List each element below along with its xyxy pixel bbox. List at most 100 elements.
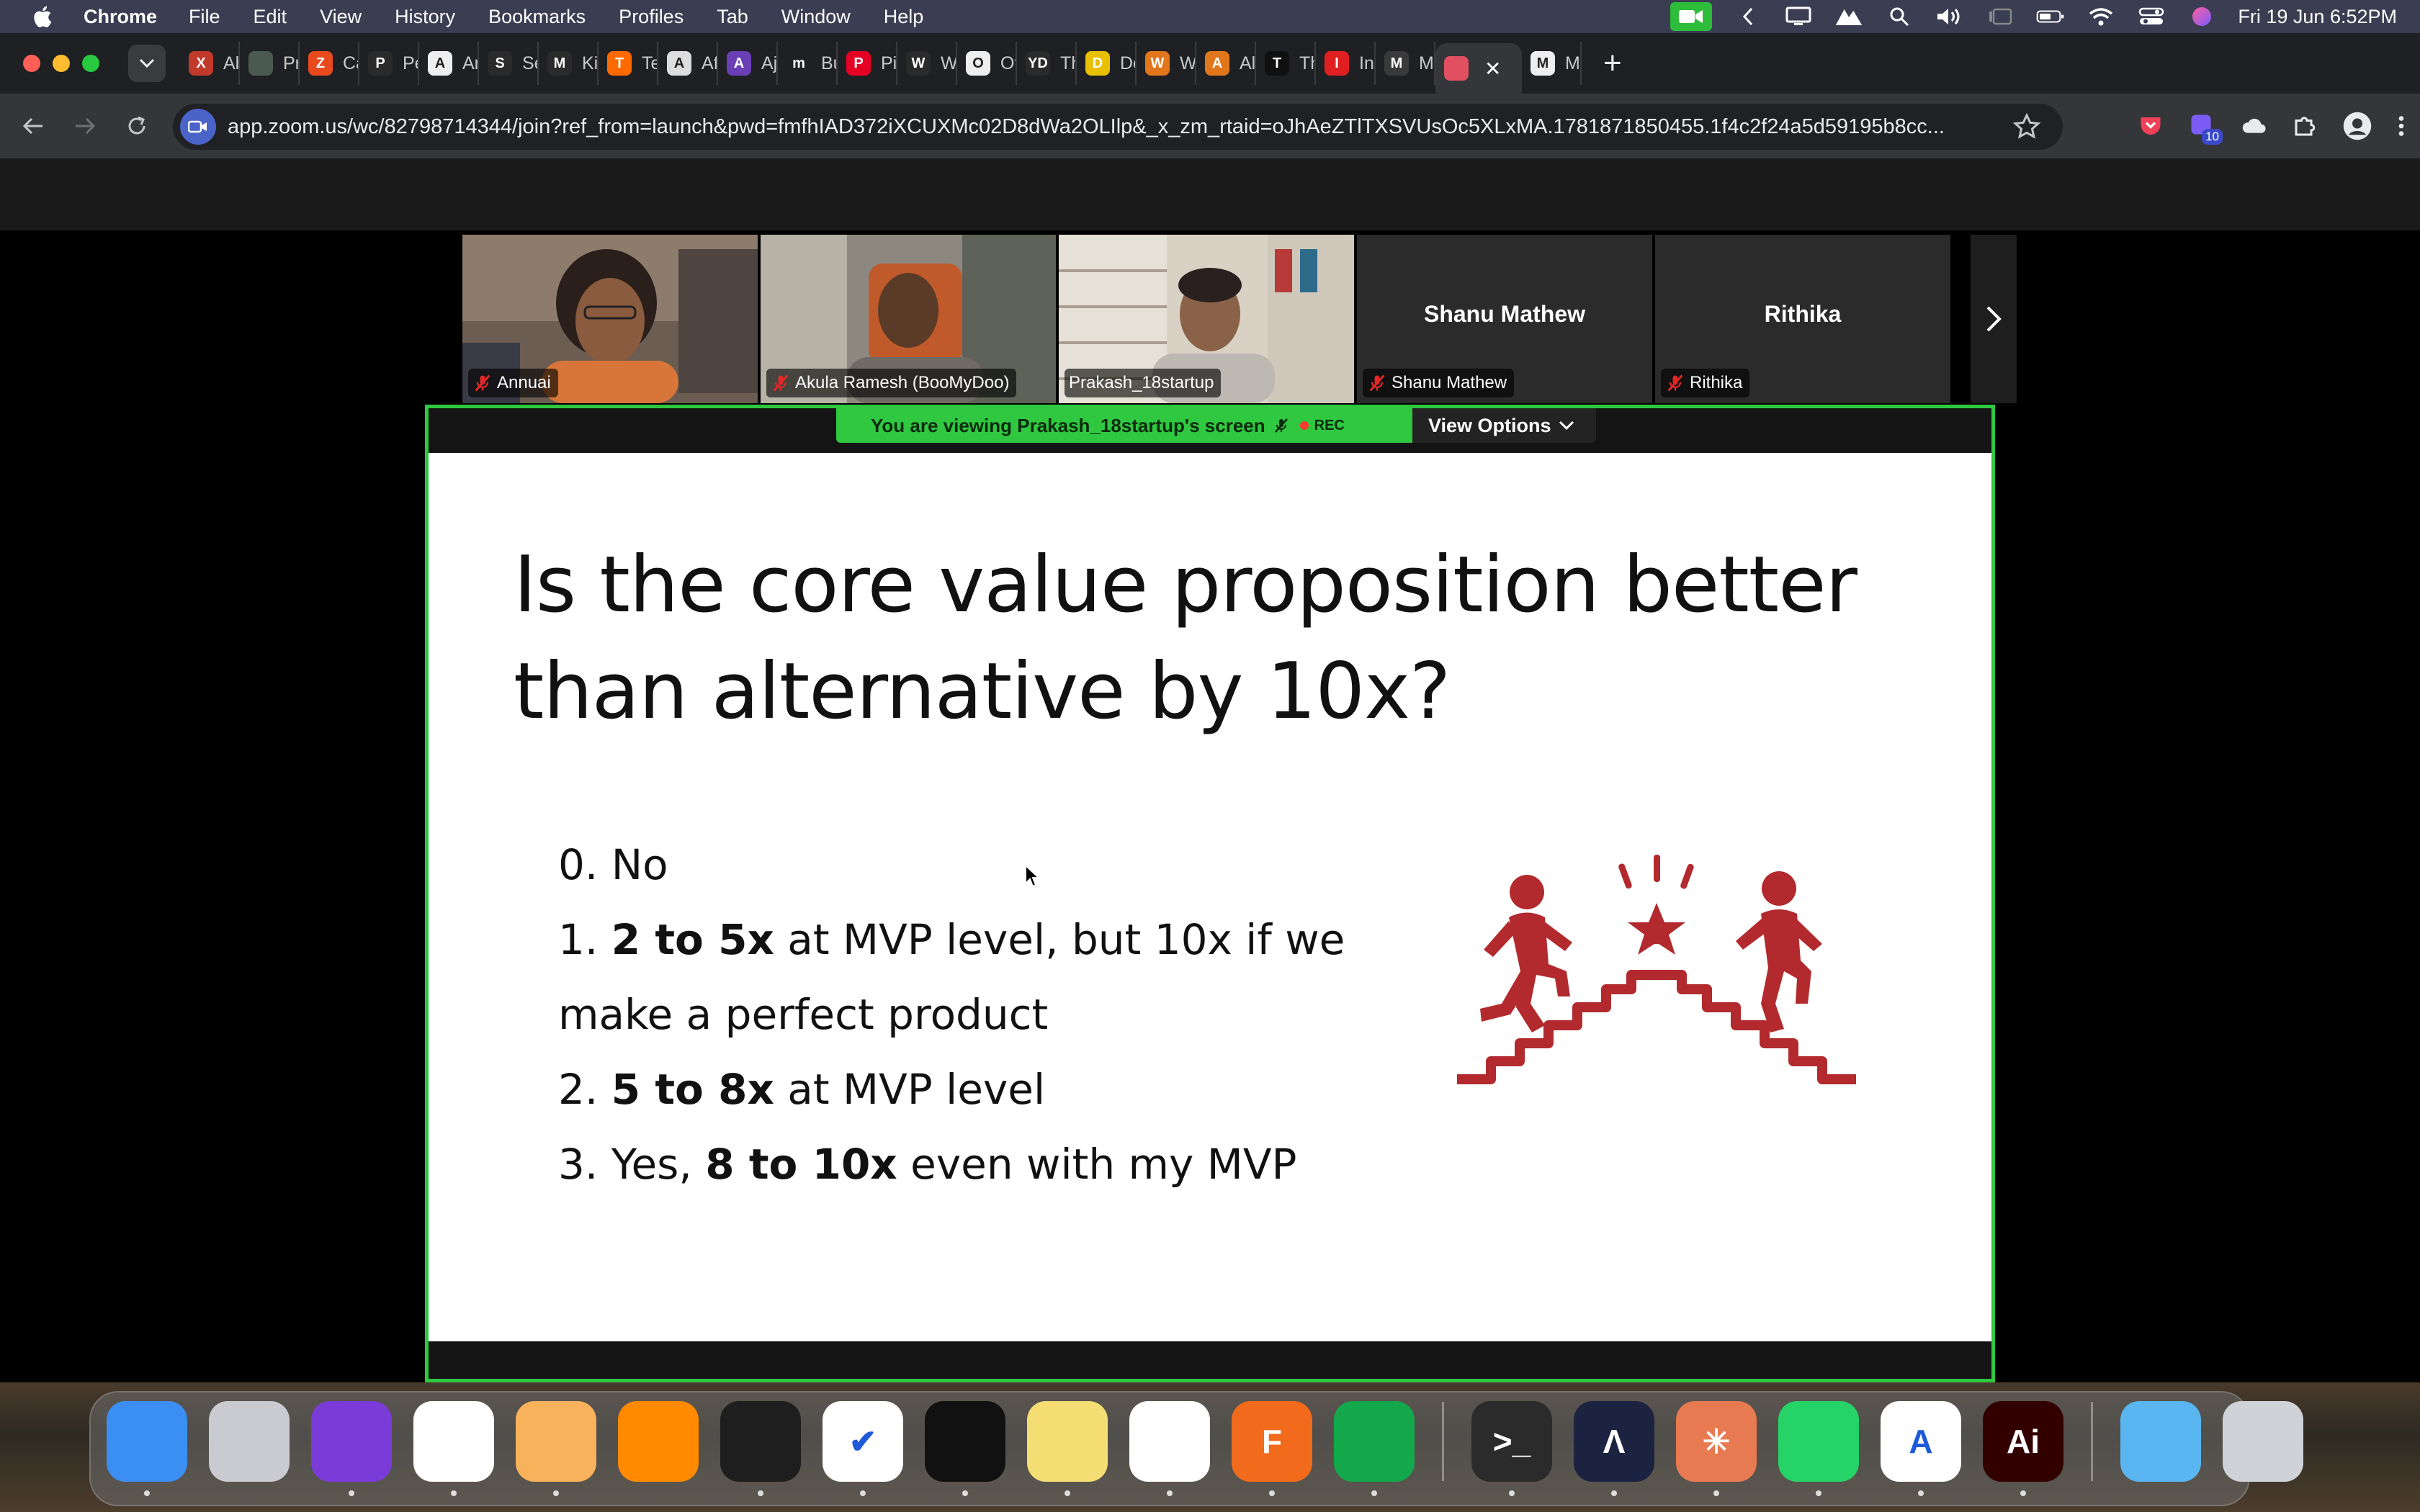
- mountain-app-icon[interactable]: [1834, 6, 1863, 27]
- menu-edit[interactable]: Edit: [254, 6, 287, 28]
- profile-avatar-icon[interactable]: [2342, 111, 2372, 141]
- dock-trash-icon[interactable]: [2223, 1401, 2303, 1482]
- browser-tab[interactable]: Z Cal: [300, 42, 359, 85]
- browser-tab[interactable]: A Arc: [419, 42, 479, 85]
- close-window-button[interactable]: [23, 55, 40, 72]
- display-icon[interactable]: [1784, 6, 1813, 27]
- reload-button[interactable]: [118, 107, 156, 145]
- wifi-icon[interactable]: [2087, 6, 2115, 27]
- pocket-extension-icon[interactable]: [2138, 113, 2164, 139]
- dock-notion-like-icon[interactable]: [925, 1401, 1005, 1496]
- stage-manager-icon[interactable]: [1986, 6, 2015, 27]
- dock-folder-icon[interactable]: [2120, 1401, 2201, 1482]
- extensions-puzzle-icon[interactable]: [2292, 113, 2318, 139]
- dock-tasks-icon[interactable]: ✔: [823, 1401, 903, 1496]
- menu-help[interactable]: Help: [884, 6, 924, 28]
- tab-title: Per: [403, 53, 418, 73]
- browser-tab[interactable]: S Se: [479, 42, 539, 85]
- cloud-extension-icon[interactable]: [2241, 115, 2267, 137]
- browser-tab[interactable]: I In C: [1316, 42, 1376, 85]
- dock-claude-icon[interactable]: ✳: [1676, 1401, 1757, 1496]
- dock-books-icon[interactable]: [618, 1401, 699, 1482]
- browser-tab[interactable]: T The: [1256, 42, 1316, 85]
- dock-vscode-icon[interactable]: [1129, 1401, 1210, 1496]
- browser-tab[interactable]: m Buy: [778, 42, 838, 85]
- dock-launchpad-icon[interactable]: [209, 1401, 290, 1482]
- participant-tile-rithika[interactable]: Rithika Rithika: [1655, 235, 1950, 403]
- participant-tile-akula-ramesh[interactable]: Akula Ramesh (BooMyDoo): [761, 235, 1056, 403]
- dock-numbers-icon[interactable]: [1334, 1401, 1415, 1496]
- dock-vectornator-icon[interactable]: Λ: [1574, 1401, 1654, 1496]
- browser-tab[interactable]: T Ter: [599, 42, 658, 85]
- browser-tab[interactable]: A Aff: [658, 42, 718, 85]
- new-tab-button[interactable]: +: [1603, 45, 1622, 81]
- browser-tab[interactable]: X Ab: [180, 42, 240, 85]
- browser-tab[interactable]: Pro: [240, 42, 300, 85]
- browser-tab[interactable]: M Kid: [539, 42, 599, 85]
- browser-tab-active[interactable]: ✕: [1435, 43, 1522, 94]
- mic-muted-icon: [1667, 374, 1683, 392]
- menu-history[interactable]: History: [395, 6, 455, 28]
- battery-icon[interactable]: [2036, 6, 2065, 27]
- participant-name-tag: Akula Ramesh (BooMyDoo): [766, 369, 1017, 397]
- browser-tab[interactable]: W Wo: [897, 42, 957, 85]
- browser-tab[interactable]: M My: [1522, 42, 1582, 85]
- dock-illustrator-icon[interactable]: Ai: [1983, 1401, 2063, 1496]
- participant-tile-prakash-active-speaker[interactable]: Prakash_18startup: [1059, 235, 1354, 403]
- running-indicator: [349, 1490, 354, 1496]
- spotlight-search-icon[interactable]: [1885, 6, 1914, 27]
- dock-whatsapp-icon[interactable]: [1778, 1401, 1859, 1496]
- menu-profiles[interactable]: Profiles: [619, 6, 684, 28]
- zoom-window-button[interactable]: [82, 55, 99, 72]
- zoom-video-status-icon[interactable]: [1670, 2, 1713, 31]
- dock-xcode-instruments-icon[interactable]: A: [1881, 1401, 1961, 1496]
- dock-fusion-icon[interactable]: F: [1232, 1401, 1312, 1496]
- next-participants-button[interactable]: [1971, 235, 2017, 403]
- url-text[interactable]: app.zoom.us/wc/82798714344/join?ref_from…: [228, 115, 1985, 139]
- dock-chrome-icon[interactable]: [413, 1401, 494, 1496]
- menu-tab[interactable]: Tab: [717, 6, 748, 28]
- view-options-button[interactable]: View Options: [1412, 408, 1596, 443]
- active-app-name[interactable]: Chrome: [84, 6, 157, 28]
- minimize-window-button[interactable]: [53, 55, 70, 72]
- browser-tab[interactable]: O Off: [957, 42, 1017, 85]
- dock-terminal-icon[interactable]: >_: [1471, 1401, 1552, 1496]
- running-indicator: [860, 1490, 866, 1496]
- participant-tile-annuai[interactable]: Annuai: [462, 235, 758, 403]
- dock-finder-icon[interactable]: [107, 1401, 187, 1496]
- browser-tab[interactable]: P Pin: [838, 42, 897, 85]
- menu-file[interactable]: File: [189, 6, 220, 28]
- control-center-icon[interactable]: [2137, 6, 2166, 27]
- menu-bar-clock[interactable]: Fri 19 Jun 6:52PM: [2238, 6, 2397, 28]
- browser-tab-strip: X Ab Pro Z Cal P Per A Arc S Se M Kid T Ter A Aff A Ajam Bu…: [0, 33, 2420, 94]
- volume-icon[interactable]: [1935, 6, 1964, 27]
- apple-menu-icon[interactable]: [26, 4, 58, 29]
- dock-stickies-icon[interactable]: [1027, 1401, 1108, 1496]
- menu-view[interactable]: View: [320, 6, 362, 28]
- dock-arc-or-weather-icon[interactable]: [516, 1401, 596, 1496]
- browser-tab[interactable]: W Wo: [1137, 42, 1196, 85]
- dock-figma-icon[interactable]: [720, 1401, 801, 1496]
- chevron-left-icon[interactable]: [1734, 6, 1762, 27]
- menu-bookmarks[interactable]: Bookmarks: [488, 6, 586, 28]
- running-indicator: [1611, 1490, 1617, 1496]
- browser-tab[interactable]: YD Thi: [1017, 42, 1077, 85]
- address-bar[interactable]: app.zoom.us/wc/82798714344/join?ref_from…: [173, 104, 2063, 150]
- close-tab-icon[interactable]: ✕: [1484, 57, 1501, 81]
- tab-search-button[interactable]: [128, 45, 166, 82]
- menu-window[interactable]: Window: [781, 6, 851, 28]
- browser-tab[interactable]: P Per: [359, 42, 419, 85]
- forward-button[interactable]: [66, 107, 104, 145]
- siri-icon[interactable]: [2187, 6, 2216, 27]
- extension-with-badge-icon[interactable]: 10: [2188, 112, 2223, 145]
- browser-tab[interactable]: A All: [1196, 42, 1256, 85]
- back-button[interactable]: [14, 107, 52, 145]
- browser-tab[interactable]: A Aja: [718, 42, 778, 85]
- browser-tab[interactable]: M Mo: [1376, 42, 1435, 85]
- site-info-icon[interactable]: [180, 109, 216, 145]
- dock-firefox-icon[interactable]: [311, 1401, 392, 1496]
- bookmark-star-icon[interactable]: [2012, 112, 2041, 141]
- more-menu-icon[interactable]: [2397, 113, 2406, 139]
- browser-tab[interactable]: D De: [1077, 42, 1137, 85]
- participant-tile-shanu-mathew[interactable]: Shanu Mathew Shanu Mathew: [1357, 235, 1652, 403]
